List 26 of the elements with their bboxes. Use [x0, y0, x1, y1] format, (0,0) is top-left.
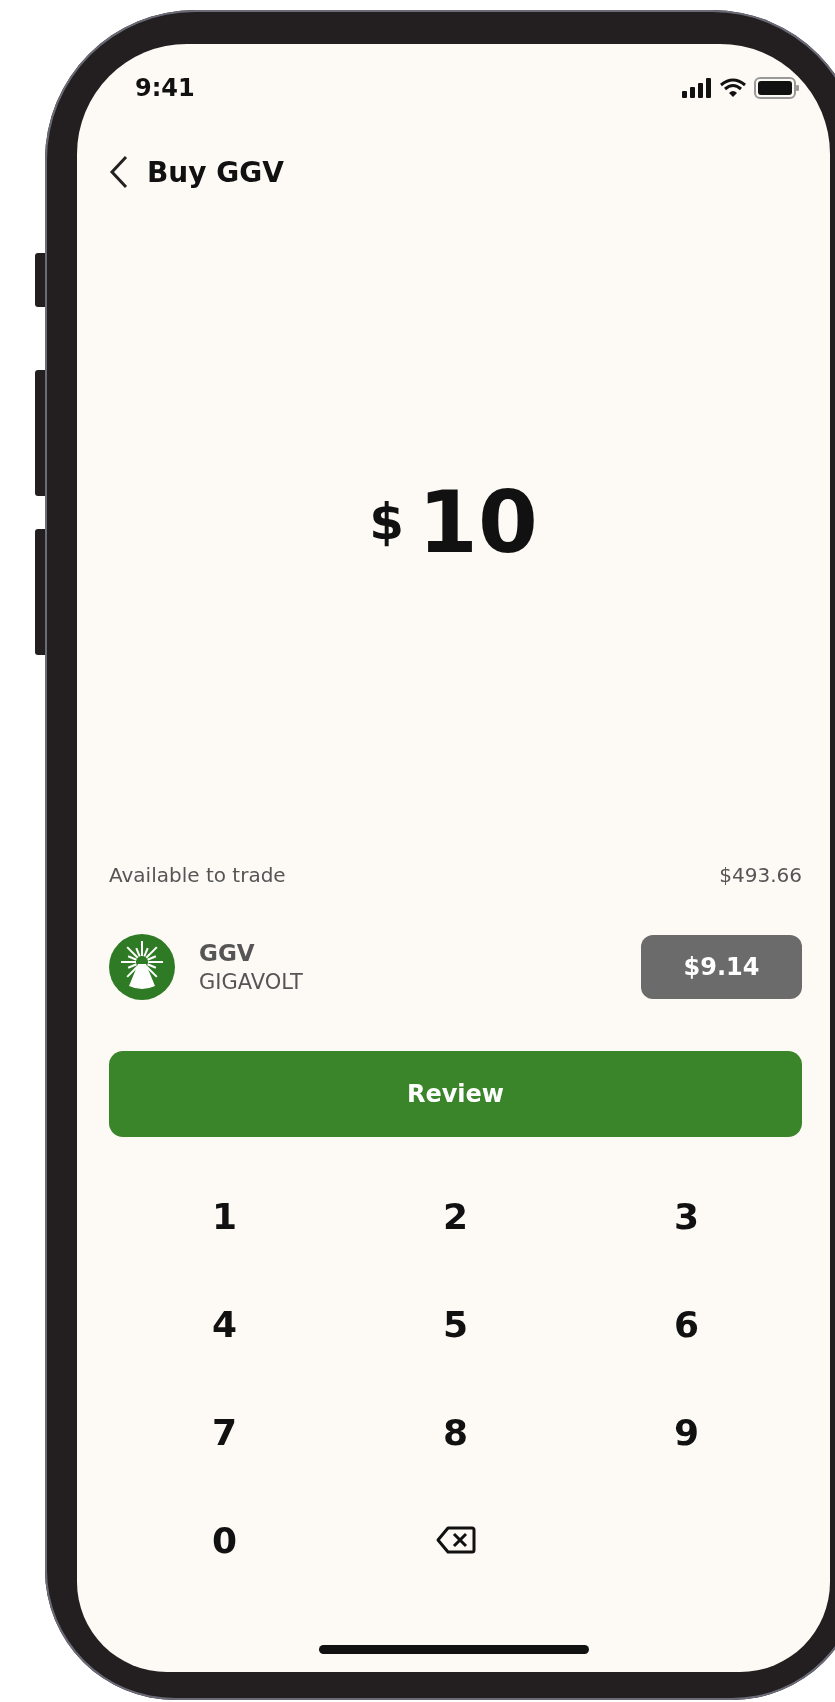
- available-label: Available to trade: [109, 863, 286, 887]
- stock-name: GIGAVOLT: [199, 970, 304, 994]
- battery-icon: [754, 77, 800, 99]
- keypad-key[interactable]: 1: [109, 1162, 340, 1270]
- keypad-key[interactable]: 8: [340, 1378, 571, 1486]
- keypad-key[interactable]: 2: [340, 1162, 571, 1270]
- wifi-icon: [720, 78, 746, 98]
- back-chevron-icon[interactable]: [109, 155, 129, 189]
- review-button[interactable]: Review: [109, 1051, 802, 1137]
- available-value: $493.66: [719, 863, 802, 887]
- backspace-icon: [435, 1525, 476, 1555]
- currency-symbol: $: [369, 493, 405, 551]
- signal-icon: [682, 78, 712, 98]
- keypad-key[interactable]: 9: [571, 1378, 802, 1486]
- keypad-key[interactable]: 7: [109, 1378, 340, 1486]
- keypad-key[interactable]: 4: [109, 1270, 340, 1378]
- keypad-key[interactable]: 3: [571, 1162, 802, 1270]
- keypad-key[interactable]: 5: [340, 1270, 571, 1378]
- keypad-key[interactable]: 0: [109, 1486, 340, 1594]
- price-button[interactable]: $9.14: [641, 935, 802, 999]
- amount-value: 10: [418, 472, 538, 572]
- keypad-key[interactable]: 6: [571, 1270, 802, 1378]
- status-time: 9:41: [135, 74, 195, 102]
- stock-logo-icon: [109, 934, 175, 1000]
- stock-symbol: GGV: [199, 940, 256, 966]
- page-title: Buy GGV: [147, 155, 284, 189]
